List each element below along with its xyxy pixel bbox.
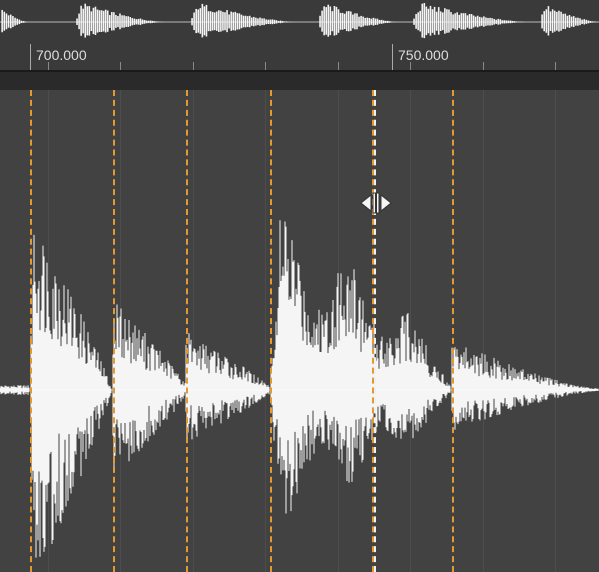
transient-marker[interactable] — [452, 90, 454, 572]
ruler-tick-minor — [193, 62, 194, 70]
transient-marker[interactable] — [30, 90, 32, 572]
ruler-tick-major — [30, 44, 31, 70]
grid-minor — [338, 90, 339, 572]
flex-marker[interactable] — [374, 90, 376, 572]
ruler-tick-minor — [265, 62, 266, 70]
ruler-label: 700.000 — [36, 47, 87, 63]
ruler-tick-major — [392, 44, 393, 70]
grid-minor — [193, 90, 194, 572]
ruler-tick-minor — [555, 62, 556, 70]
track-header-gap — [0, 72, 599, 90]
ruler-tick-minor — [338, 62, 339, 70]
ruler-label: 750.000 — [398, 47, 449, 63]
waveform-overview[interactable] — [0, 0, 599, 45]
ruler-tick-minor — [410, 62, 411, 70]
grid-minor — [555, 90, 556, 572]
grid-minor — [410, 90, 411, 572]
transient-marker[interactable] — [113, 90, 115, 572]
grid-minor — [120, 90, 121, 572]
ruler-tick-minor — [483, 62, 484, 70]
waveform-editor[interactable] — [0, 90, 599, 572]
grid-minor — [48, 90, 49, 572]
grid-minor — [265, 90, 266, 572]
grid-minor — [483, 90, 484, 572]
transient-marker[interactable] — [186, 90, 188, 572]
ruler-tick-minor — [120, 62, 121, 70]
ruler-tick-minor — [48, 62, 49, 70]
timeline-ruler[interactable]: 700.000 750.000 — [0, 44, 599, 72]
transient-marker[interactable] — [270, 90, 272, 572]
